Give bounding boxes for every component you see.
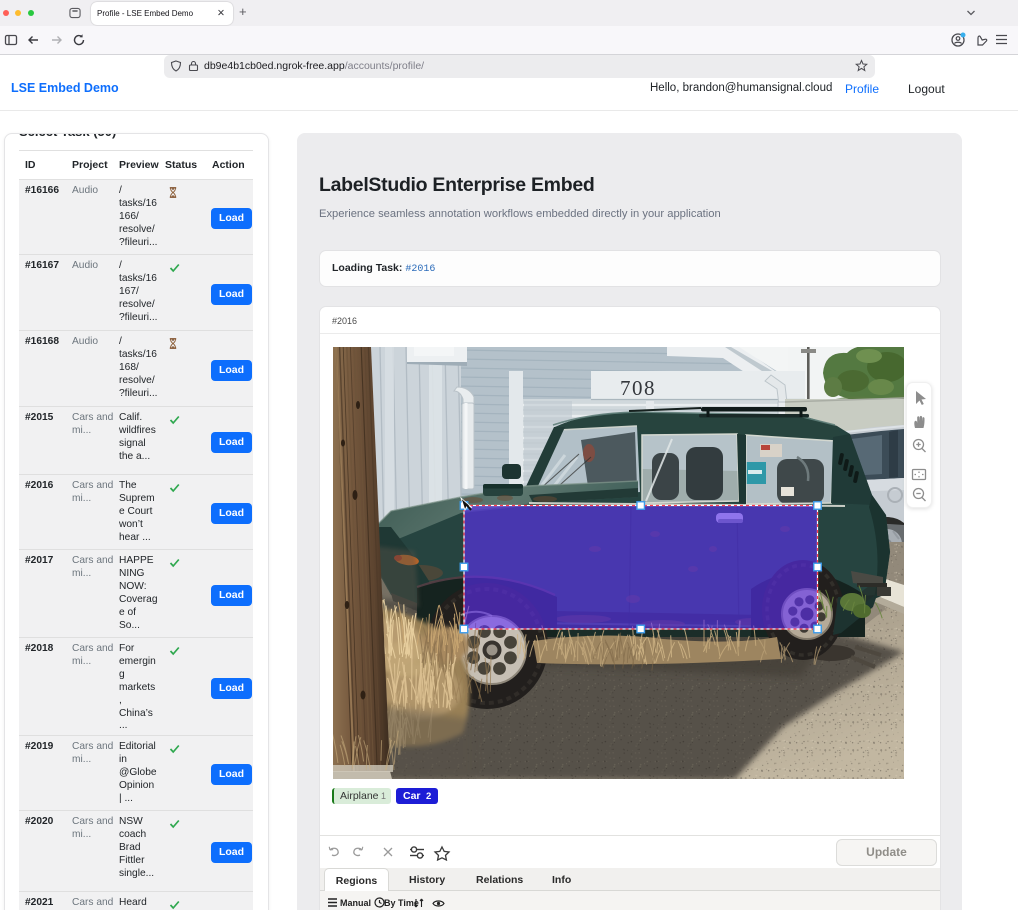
svg-text:708: 708 xyxy=(620,376,656,400)
